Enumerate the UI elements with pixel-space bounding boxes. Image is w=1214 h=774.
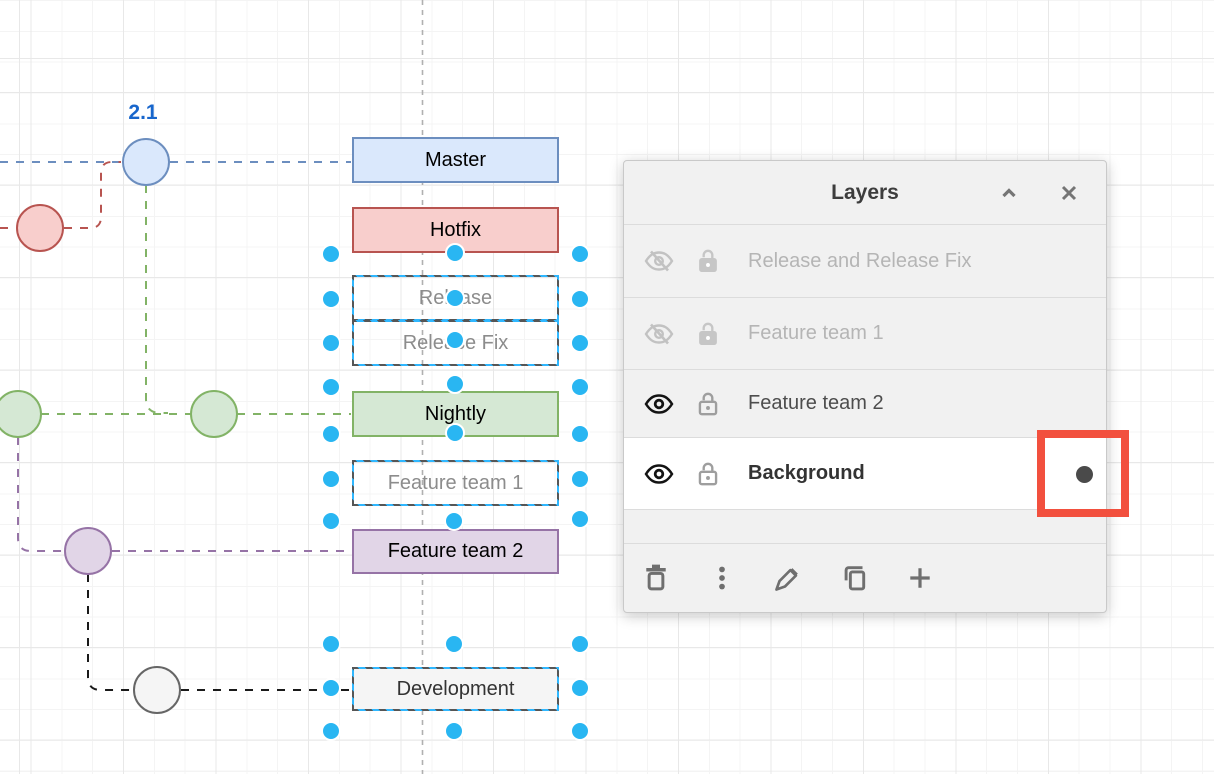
collapse-panel-button[interactable] [994, 178, 1024, 208]
layer-name: Feature team 1 [748, 322, 884, 345]
selection-handle[interactable] [571, 334, 589, 352]
selection-handle[interactable] [322, 679, 340, 697]
visibility-off-icon[interactable] [644, 322, 674, 346]
visibility-on-icon[interactable] [644, 392, 674, 416]
layer-name: Feature team 2 [748, 392, 884, 415]
panel-spacer [624, 510, 1106, 543]
layers-toolbar [624, 543, 1106, 612]
selection-handle[interactable] [322, 722, 340, 740]
more-options-button[interactable] [705, 561, 739, 595]
selection-handle[interactable] [571, 245, 589, 263]
layer-row-background[interactable]: Background [624, 438, 1106, 510]
close-panel-button[interactable] [1054, 178, 1084, 208]
selection-handle[interactable] [446, 375, 464, 393]
selection-handle[interactable] [322, 378, 340, 396]
delete-layer-button[interactable] [639, 561, 673, 595]
trash-icon [640, 562, 672, 594]
selection-handle[interactable] [571, 425, 589, 443]
layers-panel: Layers [623, 160, 1107, 613]
selection-handle[interactable] [322, 470, 340, 488]
duplicate-icon [837, 561, 871, 595]
selection-handle[interactable] [322, 290, 340, 308]
unlock-icon[interactable] [693, 320, 723, 348]
layer-name: Background [748, 462, 865, 485]
layers-panel-header[interactable]: Layers [624, 161, 1106, 225]
pencil-icon [771, 561, 805, 595]
selection-handle[interactable] [571, 290, 589, 308]
selection-handle[interactable] [446, 331, 464, 349]
plus-icon [904, 562, 936, 594]
selection-handle[interactable] [322, 635, 340, 653]
visibility-off-icon[interactable] [644, 249, 674, 273]
unlock-icon[interactable] [693, 390, 723, 418]
selection-handle[interactable] [322, 425, 340, 443]
add-layer-button[interactable] [903, 561, 937, 595]
selection-handle[interactable] [571, 470, 589, 488]
unlock-icon[interactable] [693, 460, 723, 488]
visibility-on-icon[interactable] [644, 462, 674, 486]
selection-handle[interactable] [446, 244, 464, 262]
layer-row-feature-team-2[interactable]: Feature team 2 [624, 370, 1106, 438]
duplicate-layer-button[interactable] [837, 561, 871, 595]
selection-handle[interactable] [322, 512, 340, 530]
selection-handle[interactable] [445, 635, 463, 653]
layers-panel-title: Layers [831, 181, 899, 205]
layer-row-release-and-release-fix[interactable]: Release and Release Fix [624, 225, 1106, 298]
layer-name: Release and Release Fix [748, 250, 971, 273]
selection-handle[interactable] [446, 424, 464, 442]
selection-handle[interactable] [571, 722, 589, 740]
vertical-ellipsis-icon [706, 562, 738, 594]
selection-handle[interactable] [571, 378, 589, 396]
annotation-highlight-box [1037, 430, 1129, 517]
diagram-canvas[interactable]: 2.1 Master Hotfix Release Release Fix Ni… [0, 0, 1214, 774]
selection-handle[interactable] [322, 245, 340, 263]
selection-handle[interactable] [571, 679, 589, 697]
selection-handle[interactable] [571, 635, 589, 653]
edit-layer-button[interactable] [771, 561, 805, 595]
unlock-icon[interactable] [693, 247, 723, 275]
selection-handle[interactable] [445, 512, 463, 530]
selection-handle[interactable] [322, 334, 340, 352]
selection-handle[interactable] [445, 722, 463, 740]
selection-handle[interactable] [446, 289, 464, 307]
close-icon [1057, 181, 1081, 205]
layer-row-feature-team-1[interactable]: Feature team 1 [624, 298, 1106, 370]
selection-handle[interactable] [571, 510, 589, 528]
chevron-up-icon [997, 181, 1021, 205]
